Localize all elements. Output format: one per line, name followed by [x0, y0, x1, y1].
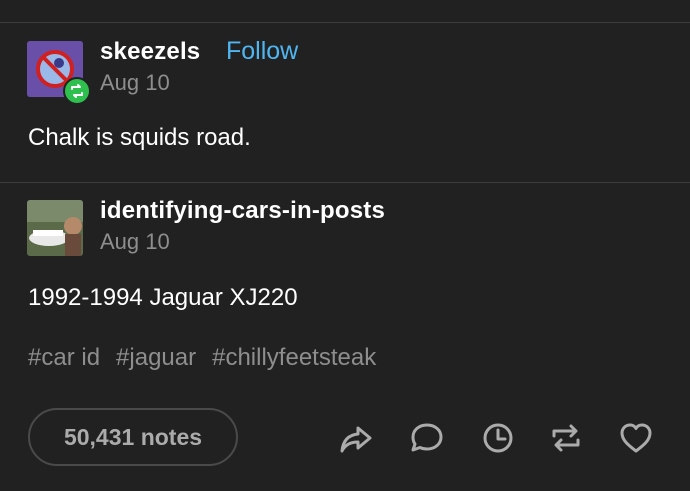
- tag-jaguar[interactable]: #jaguar: [116, 344, 196, 372]
- avatar-identifying-cars[interactable]: [27, 200, 83, 256]
- share-button[interactable]: [337, 419, 375, 457]
- reblog-button[interactable]: [547, 419, 585, 457]
- post2-username[interactable]: identifying-cars-in-posts: [100, 197, 385, 225]
- tag-list: #car id #jaguar #chillyfeetsteak: [28, 344, 376, 372]
- heart-icon: [620, 423, 652, 453]
- reply-icon: [411, 423, 443, 452]
- follow-button[interactable]: Follow: [226, 37, 298, 66]
- tag-chillyfeetsteak[interactable]: #chillyfeetsteak: [212, 344, 376, 372]
- notes-count: 50,431 notes: [63, 423, 203, 450]
- reblog-icon: [552, 424, 580, 452]
- post2-date: Aug 10: [100, 229, 170, 254]
- notes-button[interactable]: 50,431 notes: [28, 408, 238, 466]
- top-divider: [0, 22, 690, 23]
- history-button[interactable]: [479, 419, 517, 457]
- post1-date: Aug 10: [100, 70, 170, 95]
- post2-text: 1992-1994 Jaguar XJ220: [28, 284, 298, 311]
- clock-icon: [483, 423, 513, 453]
- like-button[interactable]: [617, 419, 655, 457]
- avatar-image: [27, 200, 83, 256]
- post-divider: [0, 182, 690, 183]
- tag-car-id[interactable]: #car id: [28, 344, 100, 372]
- post1-text: Chalk is squids road.: [28, 124, 251, 151]
- reblog-badge-icon: [63, 77, 91, 105]
- post1-username[interactable]: skeezels: [100, 38, 200, 66]
- share-icon: [340, 426, 372, 453]
- reply-button[interactable]: [408, 419, 446, 457]
